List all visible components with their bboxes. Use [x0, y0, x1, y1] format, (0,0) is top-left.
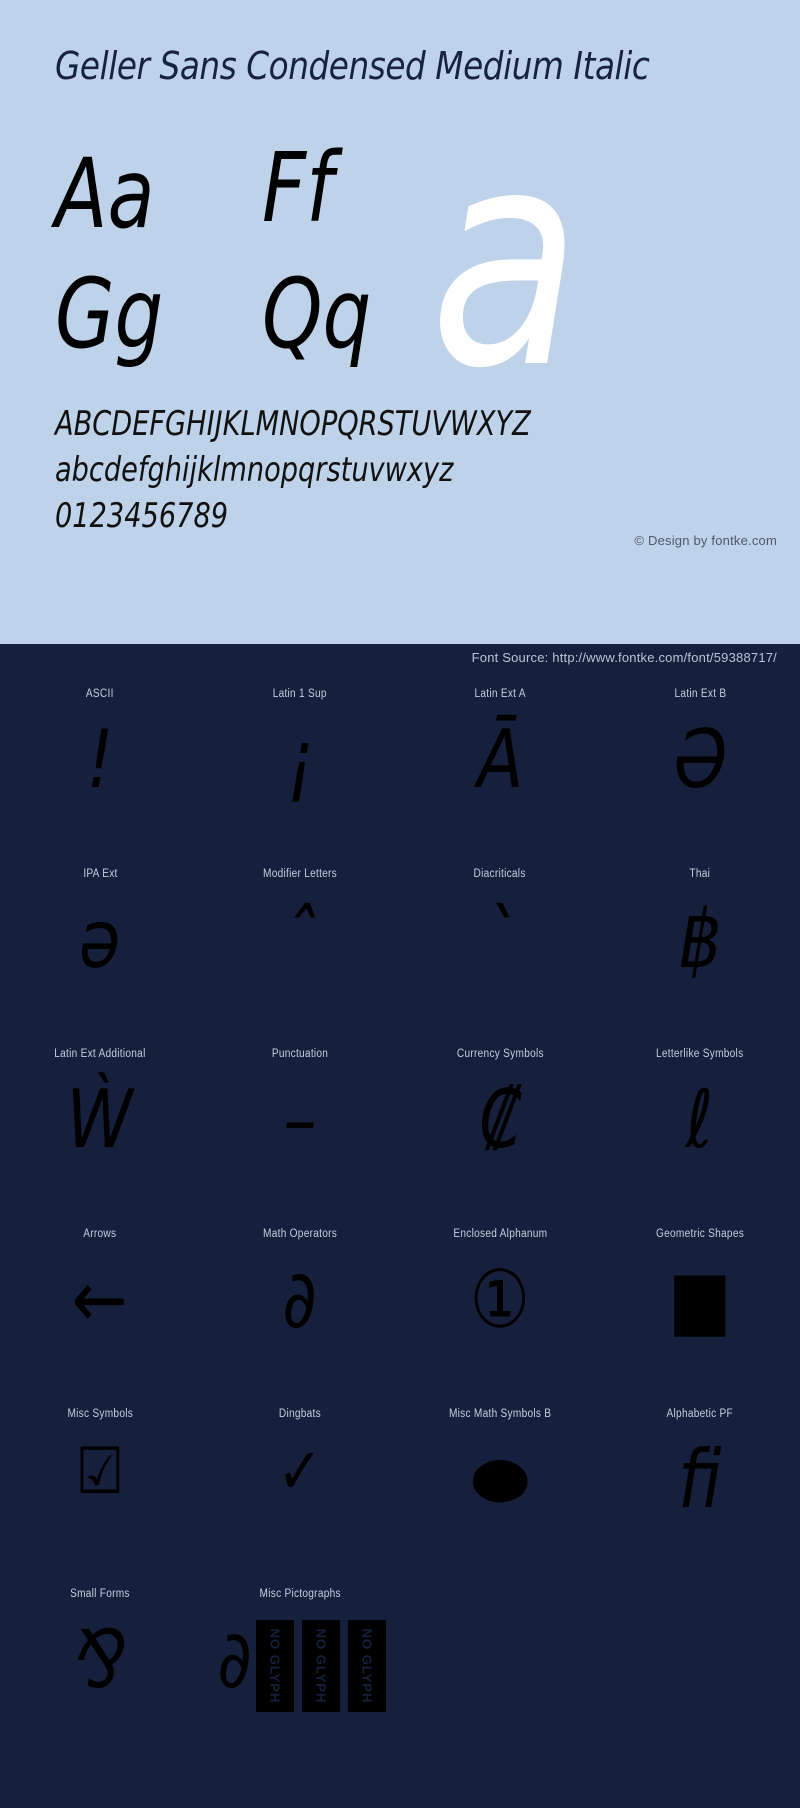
block-label: Latin Ext A: [474, 688, 526, 700]
block-label: Punctuation: [271, 1048, 329, 1060]
block-label: Latin 1 Sup: [272, 688, 328, 700]
block-label: Alphabetic PF: [666, 1408, 734, 1420]
block-label: Misc Pictographs: [259, 1588, 341, 1600]
font-source-bar: Font Source: http://www.fontke.com/font/…: [0, 644, 800, 676]
block-glyph: Ẁ: [66, 1073, 134, 1166]
no-glyph-label: NO GLYPH: [267, 1628, 283, 1704]
no-glyph-box: NO GLYPH: [347, 1620, 386, 1712]
block-label: Dingbats: [278, 1408, 322, 1420]
block-cell-thai[interactable]: Thai ฿: [600, 864, 800, 1044]
block-label: Letterlike Symbols: [656, 1048, 744, 1060]
block-glyph: ⅋: [73, 1613, 127, 1706]
block-row: IPA Ext ə Modifier Letters ˆ Diacritical…: [0, 864, 800, 1044]
font-source-link[interactable]: Font Source: http://www.fontke.com/font/…: [472, 650, 777, 665]
block-label: IPA Ext: [82, 868, 118, 880]
block-glyph: ₡: [478, 1073, 522, 1166]
block-label: Currency Symbols: [456, 1048, 544, 1060]
block-glyph: ■: [668, 1253, 732, 1346]
block-glyph: ①: [469, 1253, 531, 1346]
block-glyph: ﬁ: [678, 1433, 722, 1526]
block-glyph: ✓: [277, 1435, 323, 1509]
block-glyph: ☑: [75, 1435, 125, 1509]
block-cell-misc-pictographs[interactable]: Misc Pictographs ∂ NO GLYPH NO GLYPH NO …: [200, 1584, 400, 1764]
block-label: Geometric Shapes: [655, 1228, 745, 1240]
font-title: Geller Sans Condensed Medium Italic: [55, 44, 650, 88]
block-glyph: ¡: [286, 713, 314, 806]
block-glyph: ˆ: [283, 893, 317, 986]
block-label: Thai: [689, 868, 711, 880]
block-cell-latin-ext-b[interactable]: Latin Ext B Ə: [600, 684, 800, 864]
block-glyph: ˋ: [483, 893, 517, 986]
no-glyph-group: ∂ NO GLYPH NO GLYPH NO GLYPH: [214, 1602, 386, 1730]
block-cell-latin-ext-additional[interactable]: Latin Ext Additional Ẁ: [0, 1044, 200, 1224]
block-glyph: Ə: [673, 713, 727, 806]
block-glyph: ∂: [282, 1253, 318, 1346]
unicode-block-grid: ASCII ! Latin 1 Sup ¡ Latin Ext A Ā Lati…: [0, 676, 800, 1764]
block-cell-empty-2: [600, 1584, 800, 1764]
block-glyph: Ā: [477, 713, 523, 806]
letter-pair-aa: Aa: [55, 138, 155, 250]
block-label: Misc Math Symbols B: [448, 1408, 552, 1420]
feature-letter: a: [430, 85, 581, 434]
block-cell-ipa-ext[interactable]: IPA Ext ə: [0, 864, 200, 1044]
no-glyph-boxes: NO GLYPH NO GLYPH NO GLYPH: [255, 1620, 386, 1730]
block-cell-misc-math-symbols-b[interactable]: Misc Math Symbols B ⬬: [400, 1404, 600, 1584]
no-glyph-label: NO GLYPH: [313, 1628, 329, 1704]
block-cell-diacriticals[interactable]: Diacriticals ˋ: [400, 864, 600, 1044]
block-label: ASCII: [86, 688, 114, 700]
block-label: Misc Symbols: [67, 1408, 133, 1420]
no-glyph-box: NO GLYPH: [255, 1620, 294, 1712]
design-credit: © Design by fontke.com: [634, 533, 777, 548]
block-cell-math-operators[interactable]: Math Operators ∂: [200, 1224, 400, 1404]
block-row: Misc Symbols ☑ Dingbats ✓ Misc Math Symb…: [0, 1404, 800, 1584]
block-label: Modifier Letters: [263, 868, 337, 880]
block-cell-dingbats[interactable]: Dingbats ✓: [200, 1404, 400, 1584]
block-row: ASCII ! Latin 1 Sup ¡ Latin Ext A Ā Lati…: [0, 684, 800, 864]
block-cell-alphabetic-pf[interactable]: Alphabetic PF ﬁ: [600, 1404, 800, 1584]
block-glyph: ə: [79, 893, 121, 986]
block-label: Arrows: [83, 1228, 117, 1240]
block-glyph: ฿: [678, 893, 722, 986]
block-label: Math Operators: [262, 1228, 338, 1240]
lowercase-alphabet: abcdefghijklmnopqrstuvwxyz: [55, 450, 454, 490]
block-cell-small-forms[interactable]: Small Forms ⅋: [0, 1584, 200, 1764]
block-glyph: ⬬: [471, 1433, 529, 1526]
letter-pair-ff: Ff: [262, 132, 334, 244]
uppercase-alphabet: ABCDEFGHIJKLMNOPQRSTUVWXYZ: [55, 404, 531, 444]
letter-showcase: Aa Ff Gg Qq a: [0, 110, 800, 410]
block-label: Small Forms: [70, 1588, 130, 1600]
block-cell-arrows[interactable]: Arrows ←: [0, 1224, 200, 1404]
block-label: Latin Ext B: [674, 688, 726, 700]
block-cell-latin-1-sup[interactable]: Latin 1 Sup ¡: [200, 684, 400, 864]
block-label: Latin Ext Additional: [54, 1048, 146, 1060]
specimen-preview-panel: Geller Sans Condensed Medium Italic Aa F…: [0, 0, 800, 644]
block-cell-ascii[interactable]: ASCII !: [0, 684, 200, 864]
block-row-last: Small Forms ⅋ Misc Pictographs ∂ NO GLYP…: [0, 1584, 800, 1764]
block-label: Enclosed Alphanum: [453, 1228, 547, 1240]
block-glyph: !: [86, 713, 114, 806]
block-cell-modifier-letters[interactable]: Modifier Letters ˆ: [200, 864, 400, 1044]
block-row: Arrows ← Math Operators ∂ Enclosed Alpha…: [0, 1224, 800, 1404]
block-cell-currency-symbols[interactable]: Currency Symbols ₡: [400, 1044, 600, 1224]
no-glyph-label: NO GLYPH: [359, 1628, 375, 1704]
block-cell-punctuation[interactable]: Punctuation –: [200, 1044, 400, 1224]
block-row: Latin Ext Additional Ẁ Punctuation – Cur…: [0, 1044, 800, 1224]
block-cell-empty-1: [400, 1584, 600, 1764]
block-cell-enclosed-alphanum[interactable]: Enclosed Alphanum ①: [400, 1224, 600, 1404]
block-label: Diacriticals: [473, 868, 527, 880]
block-cell-misc-symbols[interactable]: Misc Symbols ☑: [0, 1404, 200, 1584]
letter-pair-qq: Qq: [262, 258, 372, 370]
block-glyph: ←: [71, 1253, 129, 1346]
block-cell-geometric-shapes[interactable]: Geometric Shapes ■: [600, 1224, 800, 1404]
block-glyph: ∂: [217, 1613, 253, 1706]
block-cell-letterlike-symbols[interactable]: Letterlike Symbols ℓ: [600, 1044, 800, 1224]
block-glyph: ℓ: [686, 1073, 714, 1166]
letter-pair-gg: Gg: [55, 258, 164, 370]
block-cell-latin-ext-a[interactable]: Latin Ext A Ā: [400, 684, 600, 864]
block-glyph: –: [283, 1073, 317, 1166]
no-glyph-box: NO GLYPH: [301, 1620, 340, 1712]
digits-row: 0123456789: [55, 496, 229, 536]
